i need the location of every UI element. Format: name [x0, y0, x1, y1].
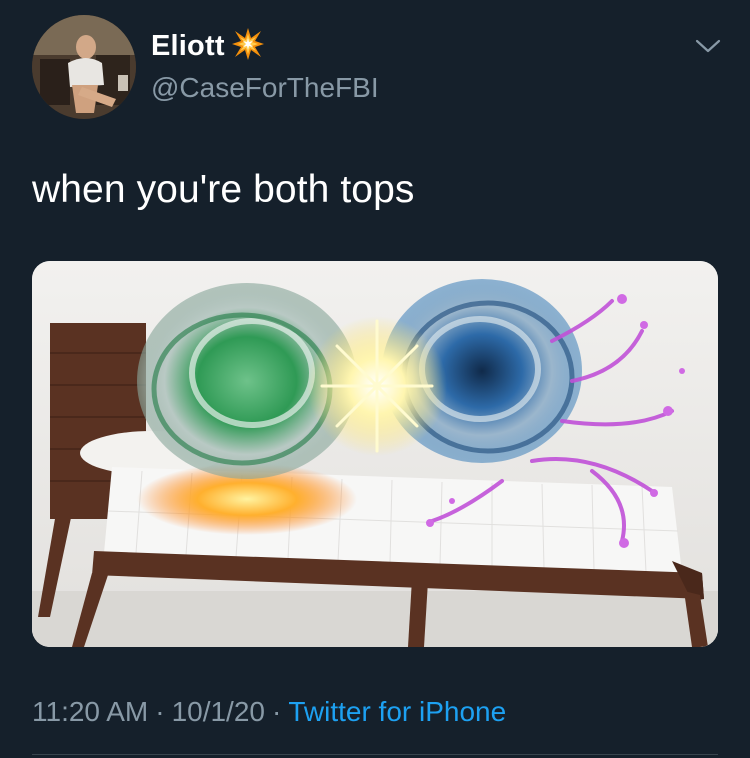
tweet-image[interactable]	[32, 261, 718, 647]
separator-dot: ·	[155, 696, 165, 727]
beyblades-on-bed-image	[32, 261, 718, 647]
tweet-meta: 11:20 AM · 10/1/20 · Twitter for iPhone	[32, 696, 506, 728]
tweet: Eliott @CaseForTheFBI when you're both t…	[0, 0, 750, 758]
display-name[interactable]: Eliott	[151, 27, 265, 63]
user-handle[interactable]: @CaseForTheFBI	[151, 72, 379, 104]
tweet-source-link[interactable]: Twitter for iPhone	[288, 696, 506, 727]
divider	[32, 754, 718, 755]
separator-dot: ·	[271, 696, 282, 727]
tweet-time[interactable]: 11:20 AM	[32, 696, 148, 727]
avatar[interactable]	[32, 15, 136, 119]
collision-icon	[231, 27, 265, 61]
tweet-date[interactable]: 10/1/20	[172, 696, 265, 727]
chevron-down-icon[interactable]	[694, 36, 722, 56]
display-name-text: Eliott	[151, 30, 225, 62]
avatar-photo	[32, 15, 136, 119]
tweet-text: when you're both tops	[32, 168, 415, 211]
